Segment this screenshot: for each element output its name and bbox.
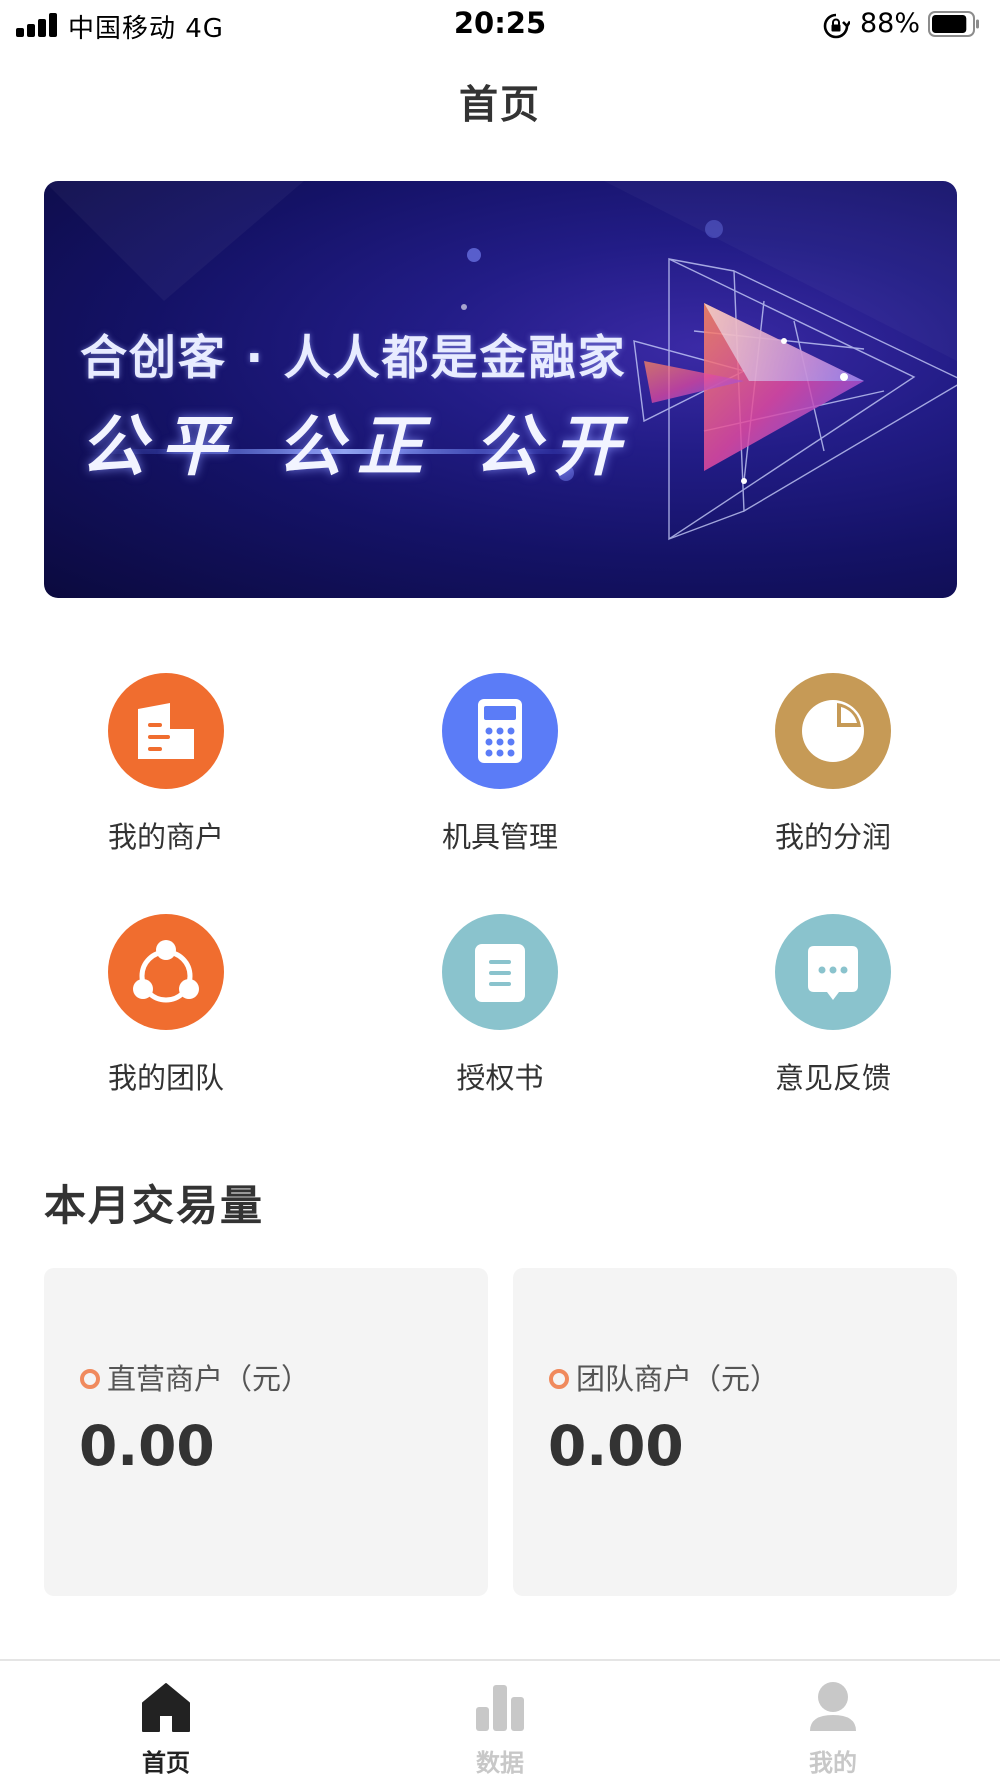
menu-item-profit[interactable]: 我的分润 [733, 670, 933, 870]
tab-label: 我的 [809, 1749, 857, 1777]
menu-item-team[interactable]: 我的团队 [66, 911, 266, 1111]
menu-label: 我的团队 [107, 1061, 224, 1095]
menu-item-merchants[interactable]: 我的商户 [66, 670, 266, 870]
battery-percentage: 88% [860, 8, 921, 39]
menu-item-devices[interactable]: 机具管理 [400, 670, 600, 870]
banner-motto: 公平 公正 公开 [80, 408, 634, 485]
stat-value: 0.00 [79, 1414, 215, 1478]
stat-label: 直营商户（元） [107, 1362, 311, 1396]
team-icon [108, 914, 224, 1030]
tab-me[interactable]: 我的 [733, 1661, 933, 1780]
menu-item-feedback[interactable]: 意见反馈 [733, 911, 933, 1111]
stat-card-direct-merchants[interactable]: 直营商户（元） 0.00 [44, 1268, 488, 1596]
banner-graphic [44, 181, 957, 541]
calculator-icon [442, 673, 558, 789]
merchant-icon [108, 673, 224, 789]
menu-item-authorization[interactable]: 授权书 [400, 911, 600, 1111]
tab-home[interactable]: 首页 [66, 1661, 266, 1780]
menu-label: 我的分润 [774, 820, 891, 854]
menu-label: 意见反馈 [774, 1061, 891, 1095]
chat-icon [775, 914, 891, 1030]
menu-label: 授权书 [456, 1061, 544, 1095]
menu-label: 我的商户 [107, 820, 224, 854]
bar-chart-icon [476, 1685, 524, 1731]
tab-label: 首页 [142, 1749, 190, 1777]
page-title: 首页 [458, 83, 541, 128]
promo-banner[interactable]: 合创客 · 人人都是金融家 公平 公正 公开 [44, 181, 957, 598]
tab-data[interactable]: 数据 [400, 1661, 600, 1780]
bullet-icon [80, 1369, 100, 1389]
stat-card-team-merchants[interactable]: 团队商户（元） 0.00 [513, 1268, 957, 1596]
section-title-monthly-volume: 本月交易量 [44, 1181, 265, 1230]
status-time: 20:25 [453, 6, 547, 40]
tab-bar: 首页 数据 我的 [0, 1659, 1000, 1780]
stat-label: 团队商户（元） [576, 1362, 780, 1396]
user-icon [810, 1682, 856, 1731]
battery-icon [928, 11, 979, 37]
home-icon [142, 1683, 190, 1732]
stat-value: 0.00 [548, 1414, 684, 1478]
document-icon [442, 914, 558, 1030]
bullet-icon [549, 1369, 569, 1389]
status-bar: 中国移动 4G 20:25 88% [0, 0, 1000, 50]
pie-chart-icon [775, 673, 891, 789]
tab-label: 数据 [476, 1749, 524, 1777]
rotation-lock-icon [823, 13, 850, 39]
menu-label: 机具管理 [441, 820, 558, 854]
banner-slogan: 合创客 · 人人都是金融家 [80, 331, 627, 386]
